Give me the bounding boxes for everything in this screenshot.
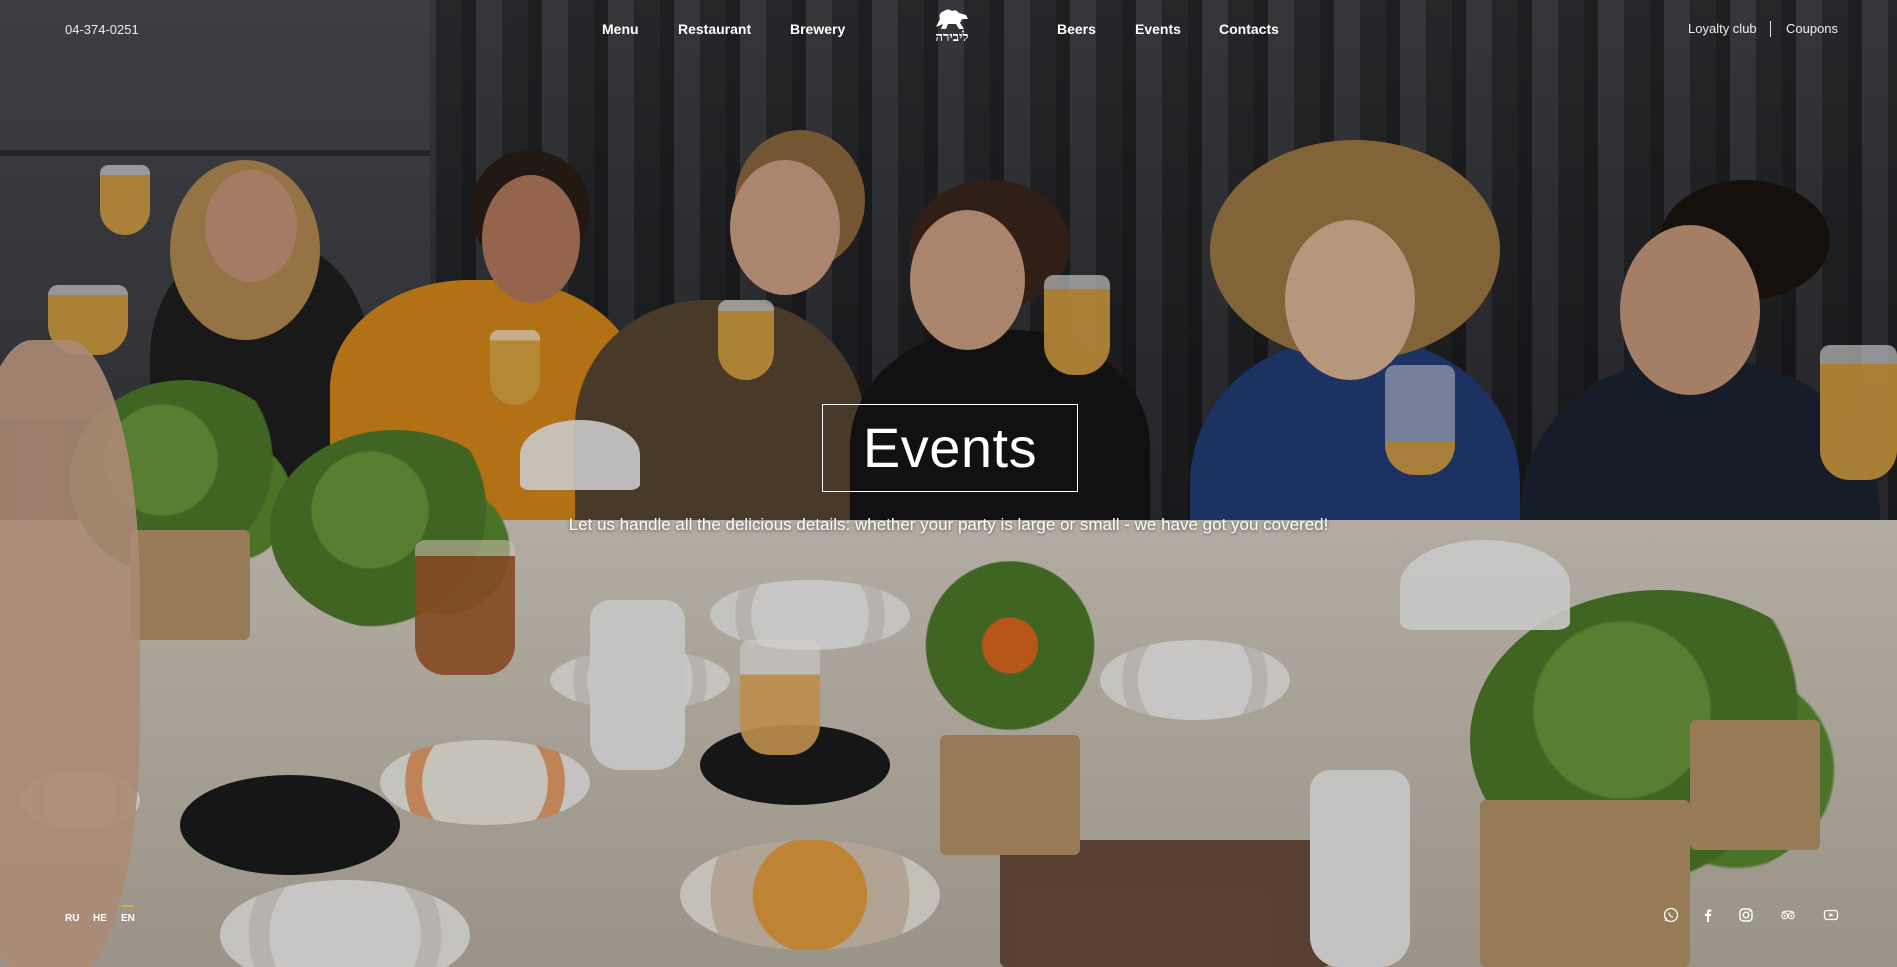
facebook-icon[interactable] (1698, 905, 1718, 925)
site-logo[interactable]: ליבירה (924, 7, 980, 49)
coupons-link[interactable]: Coupons (1786, 21, 1838, 36)
youtube-icon[interactable] (1821, 905, 1841, 925)
nav-events[interactable]: Events (1135, 21, 1181, 37)
site-header: 04-374-0251 Menu Restaurant Brewery ליבי… (0, 0, 1897, 62)
phone-number-link[interactable]: 04-374-0251 (65, 22, 139, 37)
nav-beers[interactable]: Beers (1057, 21, 1096, 37)
active-language-indicator (121, 905, 134, 907)
language-he[interactable]: HE (93, 913, 107, 924)
page-title-box: Events (822, 404, 1078, 492)
loyalty-club-link[interactable]: Loyalty club (1688, 21, 1757, 36)
nav-restaurant[interactable]: Restaurant (678, 21, 751, 37)
language-ru[interactable]: RU (65, 913, 79, 924)
nav-menu[interactable]: Menu (602, 21, 639, 37)
nav-contacts[interactable]: Contacts (1219, 21, 1279, 37)
whatsapp-icon[interactable] (1661, 905, 1681, 925)
nav-brewery[interactable]: Brewery (790, 21, 845, 37)
header-divider (1770, 21, 1771, 37)
logo-text: ליבירה (935, 30, 969, 45)
page-title: Events (862, 416, 1038, 479)
language-en[interactable]: EN (121, 913, 135, 924)
lion-logo-icon (936, 9, 968, 29)
tripadvisor-icon[interactable] (1778, 905, 1798, 925)
page-subtitle: Let us handle all the delicious details:… (568, 515, 1329, 534)
instagram-icon[interactable] (1736, 905, 1756, 925)
